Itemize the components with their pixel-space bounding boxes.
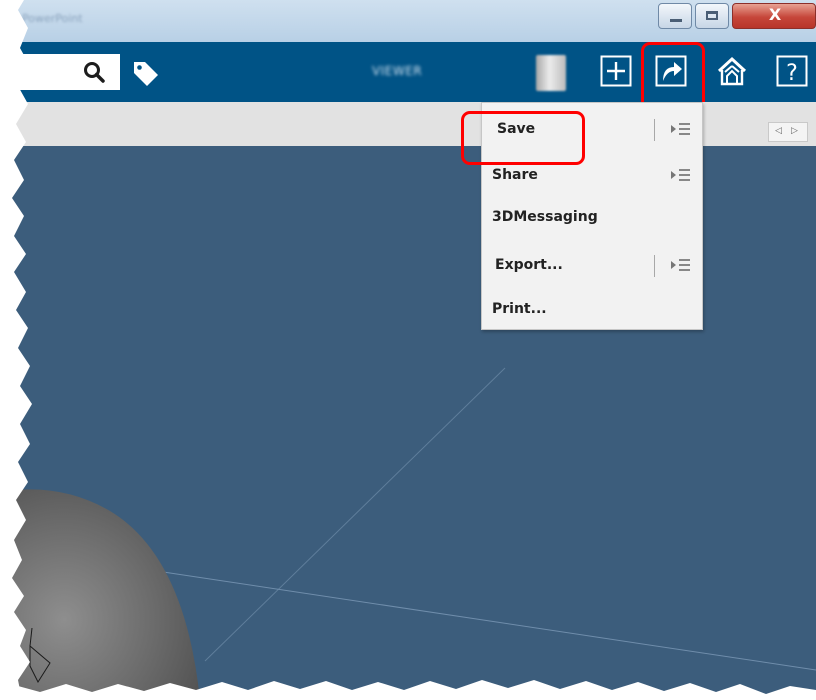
submenu-icon[interactable]	[669, 120, 693, 138]
help-icon: ?	[786, 61, 798, 86]
home-button[interactable]	[716, 55, 748, 87]
grid-line	[149, 569, 816, 671]
menu-item-export[interactable]: Export...	[482, 247, 702, 285]
close-icon: X	[768, 5, 782, 24]
scroll-left-icon[interactable]: ◁	[775, 126, 782, 136]
menu-item-label: Share	[492, 167, 538, 183]
scroll-arrows[interactable]: ◁ ▷	[768, 122, 808, 142]
window-title: PowerPoint	[22, 12, 83, 25]
search-input[interactable]	[6, 63, 70, 76]
add-button[interactable]	[600, 55, 632, 87]
menu-item-3dmessaging[interactable]: 3DMessaging	[482, 199, 702, 237]
help-button[interactable]: ?	[776, 55, 808, 87]
menu-item-label: 3DMessaging	[492, 209, 598, 225]
menu-item-label: Print...	[492, 301, 547, 317]
minimize-icon	[670, 19, 682, 22]
menu-separator	[654, 255, 655, 277]
submenu-icon[interactable]	[669, 166, 693, 184]
user-name: VIEWER	[372, 64, 423, 78]
minimize-button[interactable]	[658, 3, 692, 29]
maximize-icon	[706, 11, 718, 20]
avatar[interactable]	[536, 55, 566, 91]
save-item-highlight	[461, 111, 585, 165]
maximize-button[interactable]	[695, 3, 729, 29]
close-button[interactable]: X	[732, 3, 816, 29]
window-titlebar: PowerPoint X	[0, 0, 816, 42]
submenu-icon[interactable]	[669, 256, 693, 274]
menu-item-print[interactable]: Print...	[482, 291, 702, 329]
tag-icon[interactable]	[132, 60, 160, 88]
search-field[interactable]	[0, 54, 120, 90]
menu-separator	[654, 119, 655, 141]
menu-item-label: Export...	[495, 257, 563, 273]
scroll-right-icon[interactable]: ▷	[791, 126, 798, 136]
sphere-model[interactable]	[0, 489, 200, 700]
share-button-highlight	[641, 42, 705, 110]
search-icon[interactable]	[82, 60, 106, 84]
